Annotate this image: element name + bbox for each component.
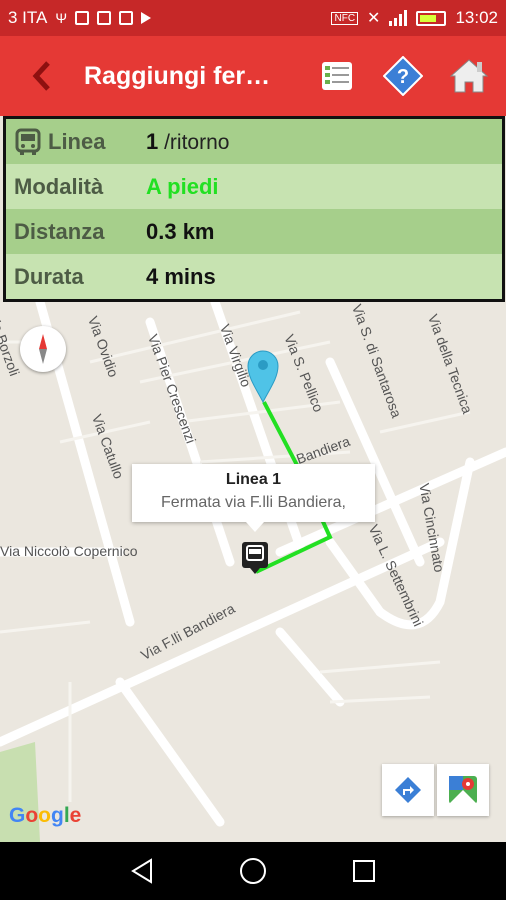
play-store-icon <box>141 12 152 24</box>
list-button[interactable] <box>304 36 370 116</box>
home-button[interactable] <box>436 36 502 116</box>
page-title: Raggiungi fer… <box>84 61 271 90</box>
info-window-title: Linea 1 <box>225 471 282 488</box>
sim-icon <box>75 11 90 25</box>
info-value: A piedi <box>146 173 219 199</box>
home-icon <box>449 59 489 93</box>
info-window-subtitle: Fermata via F.lli Bandiera, <box>161 494 346 511</box>
info-label: Durata <box>14 263 84 289</box>
nfc-icon: NFC <box>331 11 359 25</box>
google-maps-icon <box>449 776 477 804</box>
bus-icon <box>15 128 41 155</box>
street-label: Via Niccolò Copernico <box>0 543 138 559</box>
image-icon <box>119 11 134 25</box>
help-button[interactable]: ? <box>370 36 436 116</box>
info-row-distanza: Distanza 0.3 km <box>6 209 502 254</box>
info-label-cell: Linea <box>6 128 146 156</box>
marker-info-window[interactable]: Linea 1 Fermata via F.lli Bandiera, <box>132 464 375 532</box>
carrier-label: 3 ITA <box>8 8 48 27</box>
compass-button[interactable] <box>20 326 66 372</box>
back-nav-icon <box>130 858 152 884</box>
nav-home-button[interactable] <box>223 842 283 900</box>
map-view[interactable]: Via Borzoli Via Ovidio Via Pier Crescenz… <box>0 302 506 842</box>
info-label: Linea <box>48 128 106 154</box>
info-value: 0.3 km <box>146 218 215 244</box>
status-bar: 3 ITA Ψ NFC ✕ 13:02 <box>0 0 506 36</box>
sd-card-icon <box>97 11 112 25</box>
back-button[interactable] <box>0 36 84 116</box>
route-info-panel: Linea 1 /ritorno Modalità A piedi Distan… <box>3 116 505 302</box>
system-nav-bar <box>0 842 506 900</box>
app-bar: Raggiungi fer… ? <box>0 36 506 116</box>
info-row-durata: Durata 4 mins <box>6 254 502 299</box>
open-in-maps-button[interactable] <box>437 764 489 816</box>
home-nav-icon <box>239 858 266 884</box>
help-icon: ? <box>383 56 423 96</box>
battery-icon <box>416 10 447 26</box>
compass-icon <box>39 334 47 364</box>
destination-marker <box>247 350 279 404</box>
info-label: Modalità <box>14 173 104 199</box>
nav-back-button[interactable] <box>112 842 172 900</box>
nav-recents-button[interactable] <box>334 842 394 900</box>
usb-icon: Ψ <box>55 10 68 26</box>
mute-icon: ✕ <box>367 10 381 27</box>
clock: 13:02 <box>455 8 498 27</box>
directions-button[interactable] <box>382 764 434 816</box>
info-value: 1 /ritorno <box>146 129 229 155</box>
signal-icon <box>389 10 408 26</box>
info-row-modalita: Modalità A piedi <box>6 164 502 209</box>
list-icon <box>322 62 352 90</box>
line-number: 1 <box>146 128 159 154</box>
line-direction: /ritorno <box>158 130 230 154</box>
info-row-linea: Linea 1 /ritorno <box>6 119 502 164</box>
info-label: Distanza <box>14 218 105 244</box>
google-logo: Google <box>9 804 82 827</box>
recents-nav-icon <box>353 860 376 882</box>
svg-text:?: ? <box>397 66 409 88</box>
info-value: 4 mins <box>146 263 216 289</box>
directions-icon <box>395 777 421 803</box>
back-arrow-icon <box>32 61 50 91</box>
